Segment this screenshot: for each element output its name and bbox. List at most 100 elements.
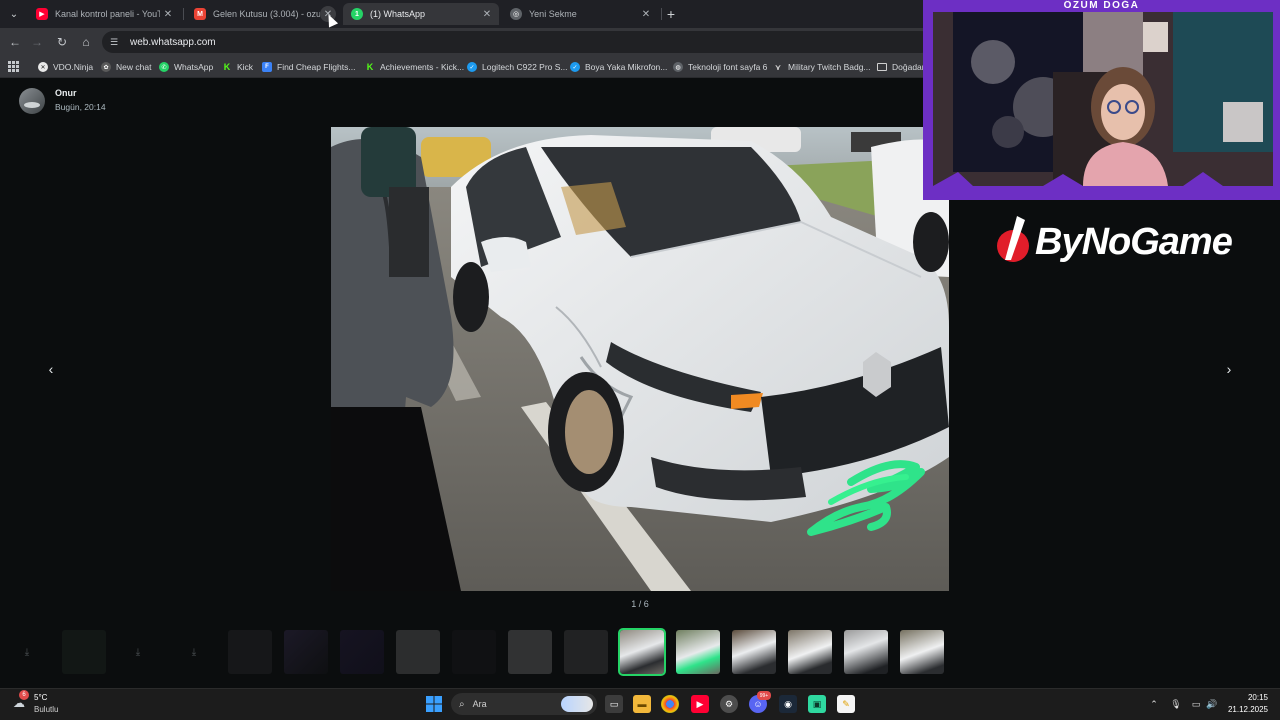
bookmark-new-chat[interactable]: ✿ New chat bbox=[101, 60, 151, 74]
car-photo-illustration bbox=[331, 127, 949, 591]
download-icon[interactable]: ⤓ bbox=[20, 645, 34, 659]
previous-media-button[interactable]: ‹ bbox=[42, 360, 60, 378]
tab-whatsapp[interactable]: 1 (1) WhatsApp ✕ bbox=[343, 3, 499, 25]
media-thumbnail[interactable] bbox=[284, 630, 328, 674]
apps-grid-icon[interactable] bbox=[8, 61, 19, 72]
gmail-icon: M bbox=[194, 8, 206, 20]
bookmark-label: Find Cheap Flights... bbox=[277, 62, 356, 72]
close-tab-icon[interactable]: ✕ bbox=[160, 6, 176, 22]
search-icon: ⌕ bbox=[459, 698, 465, 710]
network-icon[interactable]: ▭ bbox=[1189, 697, 1203, 711]
bookmark-label: New chat bbox=[116, 62, 152, 72]
clock-date[interactable]: 21.12.2025 bbox=[1222, 705, 1268, 714]
bookmark-kick-achievements[interactable]: K Achievements - Kick... bbox=[365, 60, 464, 74]
badge-icon: ⋎ bbox=[774, 62, 782, 72]
bookmark-label: Teknoloji font sayfa 6 bbox=[688, 62, 768, 72]
media-thumbnail[interactable] bbox=[340, 630, 384, 674]
steam-icon[interactable]: ◉ bbox=[779, 695, 797, 713]
media-thumbnail[interactable] bbox=[396, 630, 440, 674]
media-thumbnail[interactable] bbox=[900, 630, 944, 674]
back-arrow-icon[interactable]: ← bbox=[6, 33, 24, 51]
bookmark-teknoloji-font[interactable]: ◍ Teknoloji font sayfa 6 bbox=[673, 60, 767, 74]
close-tab-icon[interactable]: ✕ bbox=[638, 6, 654, 22]
next-media-button[interactable]: › bbox=[1220, 360, 1238, 378]
media-thumbnail[interactable] bbox=[508, 630, 552, 674]
search-highlight-icon bbox=[561, 696, 593, 712]
site-info-icon[interactable]: ☰ bbox=[110, 37, 124, 48]
bookmark-folder-dogadan[interactable]: Doğadan bbox=[877, 60, 927, 74]
kick-icon: K bbox=[223, 62, 231, 72]
bookmark-kick[interactable]: K Kick bbox=[222, 60, 253, 74]
download-icon[interactable]: ⤓ bbox=[187, 645, 201, 659]
bookmark-military-twitch[interactable]: ⋎ Military Twitch Badg... bbox=[773, 60, 871, 74]
check-badge-icon: ✓ bbox=[570, 62, 580, 72]
bookmark-label: Doğadan bbox=[892, 62, 927, 72]
volume-icon[interactable]: 🔊 bbox=[1205, 697, 1219, 711]
tab-youtube[interactable]: ▶ Kanal kontrol paneli - YouTube ✕ bbox=[28, 3, 180, 25]
media-thumbnail[interactable] bbox=[228, 630, 272, 674]
media-thumbnail[interactable] bbox=[62, 630, 106, 674]
show-hidden-icons[interactable]: ⌃ bbox=[1147, 697, 1161, 711]
home-icon[interactable]: ⌂ bbox=[77, 33, 95, 51]
openai-icon: ✿ bbox=[101, 62, 111, 72]
search-placeholder: Ara bbox=[472, 699, 487, 709]
bookmark-label: Achievements - Kick... bbox=[380, 62, 465, 72]
microphone-icon[interactable]: 🎙 bbox=[1169, 697, 1183, 711]
bookmark-label: VDO.Ninja bbox=[53, 62, 94, 72]
forward-arrow-icon[interactable]: → bbox=[28, 33, 46, 51]
media-thumbnail[interactable] bbox=[732, 630, 776, 674]
tab-gmail[interactable]: M Gelen Kutusu (3.004) - ozumdo ✕ bbox=[186, 3, 340, 25]
bookmark-logitech[interactable]: ✓ Logitech C922 Pro S... bbox=[467, 60, 568, 74]
bookmark-vdo-ninja[interactable]: ✕ VDO.Ninja bbox=[38, 60, 93, 74]
bookmark-label: Military Twitch Badg... bbox=[788, 62, 871, 72]
close-tab-icon[interactable]: ✕ bbox=[479, 6, 495, 22]
windows-start-icon[interactable] bbox=[425, 695, 443, 713]
sponsor-text: ByNoGame bbox=[1035, 220, 1233, 263]
bookmark-whatsapp[interactable]: ✆ WhatsApp bbox=[159, 60, 213, 74]
sender-name: Onur bbox=[55, 88, 77, 98]
app-icon[interactable]: ▣ bbox=[808, 695, 826, 713]
bookmark-boya[interactable]: ✓ Boya Yaka Mikrofon... bbox=[570, 60, 667, 74]
whatsapp-icon: 1 bbox=[351, 8, 363, 20]
weather-badge: 6 bbox=[19, 690, 29, 700]
sender-avatar[interactable] bbox=[19, 88, 45, 114]
bookmark-label: WhatsApp bbox=[174, 62, 214, 72]
bookmark-label: Logitech C922 Pro S... bbox=[482, 62, 568, 72]
tab-title: Kanal kontrol paneli - YouTube bbox=[55, 9, 160, 19]
bookmark-label: Boya Yaka Mikrofon... bbox=[585, 62, 668, 72]
message-timestamp: Bugün, 20:14 bbox=[55, 102, 106, 112]
media-photo bbox=[331, 127, 949, 591]
media-counter: 1 / 6 bbox=[631, 599, 649, 609]
reload-icon[interactable]: ↻ bbox=[53, 33, 71, 51]
task-view-icon[interactable]: ▭ bbox=[605, 695, 623, 713]
clock-time[interactable]: 20:15 bbox=[1236, 693, 1268, 702]
tab-new-tab[interactable]: ◎ Yeni Sekme ✕ bbox=[502, 3, 658, 25]
media-thumbnail[interactable] bbox=[564, 630, 608, 674]
tab-search-icon[interactable]: ⌄ bbox=[4, 4, 24, 24]
media-thumbnail[interactable] bbox=[844, 630, 888, 674]
address-bar[interactable]: ☰ web.whatsapp.com bbox=[102, 31, 932, 53]
tab-title: Yeni Sekme bbox=[529, 9, 577, 19]
sponsor-logo: ByNoGame bbox=[995, 214, 1245, 270]
sticky-notes-icon[interactable]: ✎ bbox=[837, 695, 855, 713]
media-thumbnail[interactable] bbox=[452, 630, 496, 674]
settings-gear-icon[interactable]: ⚙ bbox=[720, 695, 738, 713]
chrome-icon: ◎ bbox=[510, 8, 522, 20]
url-text: web.whatsapp.com bbox=[130, 36, 216, 48]
media-thumbnail-selected[interactable] bbox=[618, 628, 666, 676]
media-thumbnail[interactable] bbox=[676, 630, 720, 674]
tab-title: (1) WhatsApp bbox=[370, 9, 426, 19]
new-tab-button[interactable]: + bbox=[662, 5, 680, 23]
weather-description: Bulutlu bbox=[34, 705, 59, 714]
taskbar-search[interactable]: ⌕ Ara bbox=[451, 693, 597, 715]
bookmark-flights[interactable]: F Find Cheap Flights... bbox=[262, 60, 355, 74]
youtube-icon: ▶ bbox=[36, 8, 48, 20]
file-explorer-icon[interactable]: ▬ bbox=[633, 695, 651, 713]
media-thumbnail[interactable] bbox=[788, 630, 832, 674]
youtube-icon[interactable]: ▶ bbox=[691, 695, 709, 713]
flights-icon: F bbox=[262, 62, 272, 72]
bynogame-icon bbox=[997, 216, 1029, 262]
chrome-icon[interactable] bbox=[661, 695, 679, 713]
download-icon[interactable]: ⤓ bbox=[131, 645, 145, 659]
weather-temperature: 5°C bbox=[34, 693, 48, 702]
